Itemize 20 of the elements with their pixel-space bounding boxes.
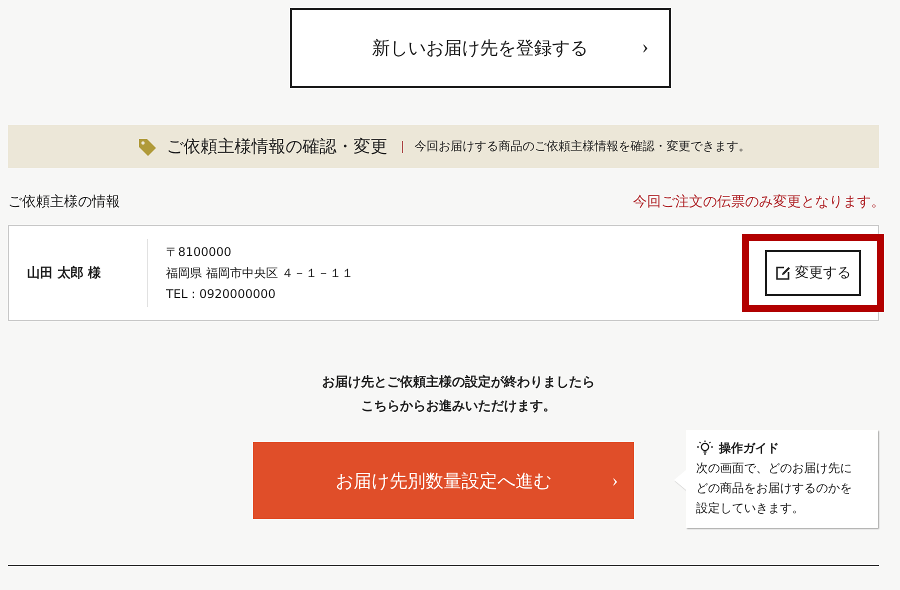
edit-button[interactable]: 変更する (765, 250, 861, 296)
instruction-text: こちらからお進みいただけます。 (360, 398, 557, 416)
section-label: ご依頼主様の情報 (8, 193, 120, 211)
guide-title: 操作ガイド (719, 440, 779, 457)
lightbulb-icon (696, 440, 714, 456)
guide-text: 次の画面で、どのお届け先に (696, 460, 853, 477)
address-line: 福岡県 福岡市中央区 ４－１－１１ (166, 265, 354, 282)
tag-icon (136, 136, 156, 156)
guide-text: 設定していきます。 (696, 500, 805, 517)
notice-text: 今回ご注文の伝票のみ変更となります。 (633, 193, 885, 211)
address-line: TEL : 0920000000 (166, 286, 277, 303)
proceed-button[interactable]: お届け先別数量設定へ進む › (253, 442, 634, 519)
sender-name: 山田 太郎 様 (26, 264, 102, 282)
section-description: 今回お届けする商品のご依頼主様情報を確認・変更できます。 (414, 138, 750, 155)
section-title: ご依頼主様情報の確認・変更 (166, 136, 388, 158)
pencil-icon (775, 265, 791, 281)
guide-text: どの商品をお届けするのかを (696, 480, 853, 497)
address-line: 〒8100000 (166, 244, 232, 261)
add-address-button[interactable]: 新しいお届け先を登録する › (290, 8, 670, 88)
instruction-text: お届け先とご依頼主様の設定が終わりましたら (321, 374, 596, 392)
